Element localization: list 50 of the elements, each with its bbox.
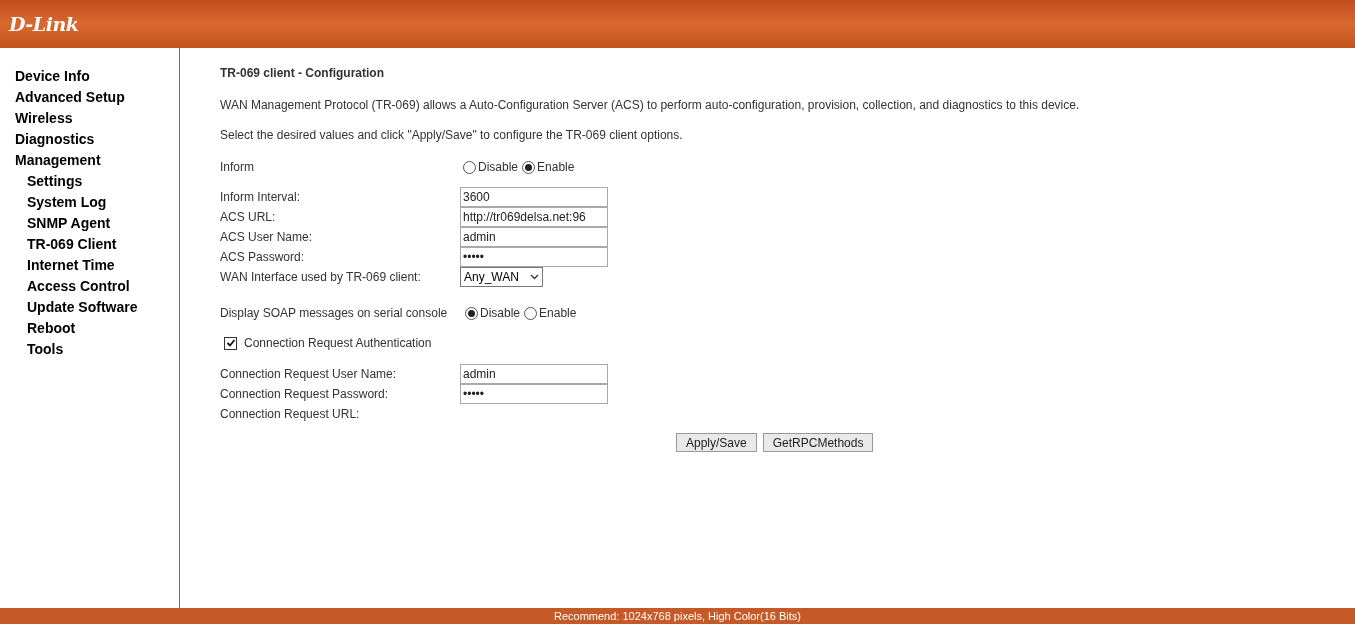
- footer-text: Recommend: 1024x768 pixels, High Color(16 Bits): [554, 609, 801, 623]
- menu-link[interactable]: Update Software: [15, 297, 179, 318]
- field-label: Connection Request URL:: [220, 405, 361, 423]
- checkbox[interactable]: [224, 336, 237, 350]
- chevron-down-icon: [530, 274, 539, 280]
- radio-button[interactable]: [524, 306, 538, 320]
- field-label: Display SOAP messages on serial console: [220, 305, 449, 322]
- menu-link[interactable]: TR-069 Client: [15, 234, 179, 255]
- text-field[interactable]: admin: [460, 227, 608, 247]
- menu-link[interactable]: System Log: [15, 192, 179, 213]
- menu-link[interactable]: Settings: [15, 171, 179, 192]
- text-field[interactable]: admin: [460, 364, 608, 384]
- menu-link[interactable]: Reboot: [15, 318, 179, 339]
- field-label: WAN Interface used by TR-069 client:: [220, 269, 422, 286]
- text-field[interactable]: •••••: [460, 247, 608, 267]
- menu-link[interactable]: Diagnostics: [15, 129, 179, 150]
- field-label: ACS Password:: [220, 249, 306, 266]
- page-title: TR-069 client - Configuration: [220, 65, 385, 82]
- radio-button[interactable]: [465, 306, 478, 320]
- radio-label: Disable: [480, 305, 521, 322]
- paragraph: Select the desired values and click "Apply/Save" to configure the TR-069 client options.: [220, 127, 684, 144]
- menu-link[interactable]: SNMP Agent: [15, 213, 179, 234]
- field-label: Inform: [220, 159, 255, 176]
- menu-link[interactable]: Access Control: [15, 276, 179, 297]
- menu-link[interactable]: Wireless: [15, 108, 179, 129]
- menu-link[interactable]: Management: [15, 150, 179, 171]
- radio-label: Enable: [537, 159, 575, 176]
- menu-link[interactable]: Device Info: [15, 66, 179, 87]
- paragraph: WAN Management Protocol (TR-069) allows a Auto-Configuration Server (ACS) to perform auto-configuration, provision, collection, and diagnostics to this device.: [220, 97, 1081, 114]
- menu-link[interactable]: Advanced Setup: [15, 87, 179, 108]
- menu-link[interactable]: Tools: [15, 339, 179, 360]
- action-button[interactable]: Apply/Save: [676, 433, 757, 452]
- text-field[interactable]: 3600: [460, 187, 608, 207]
- radio-button[interactable]: [463, 160, 476, 174]
- field-label: Connection Request User Name:: [220, 366, 398, 383]
- radio-label: Enable: [539, 305, 577, 322]
- menu-link[interactable]: Internet Time: [15, 255, 179, 276]
- field-label: ACS URL:: [220, 209, 277, 226]
- text-field[interactable]: •••••: [460, 384, 608, 404]
- action-button[interactable]: GetRPCMethods: [762, 433, 874, 452]
- radio-label: Disable: [478, 159, 519, 176]
- field-label: Connection Request Password:: [220, 386, 390, 403]
- radio-button[interactable]: [522, 160, 536, 174]
- logo: D-Link: [9, 11, 79, 37]
- field-label: Inform Interval:: [220, 189, 302, 206]
- checkbox-label: Connection Request Authentication: [244, 335, 432, 352]
- field-label: ACS User Name:: [220, 229, 314, 246]
- text-field[interactable]: http://tr069delsa.net:96: [460, 207, 608, 227]
- checkmark-icon: [225, 338, 236, 348]
- dropdown[interactable]: Any_WAN: [460, 267, 543, 287]
